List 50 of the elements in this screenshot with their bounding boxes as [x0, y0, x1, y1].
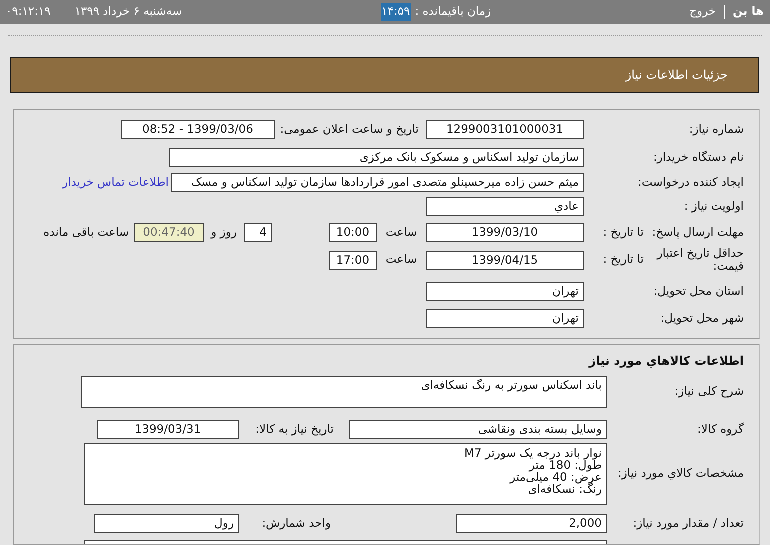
field-label: اولویت نیاز :	[683, 198, 744, 215]
remaining-time: ۱۴:۵۹	[380, 3, 412, 21]
field-label: شرح کلی نیاز:	[674, 383, 744, 400]
field-label: تاریخ نیاز به کالا:	[254, 420, 335, 438]
logout-link[interactable]: خروج	[690, 3, 716, 21]
input-field[interactable]: میثم حسن زاده میرحسینلو متصدی امور قراردادها سازمان تولید اسکناس و مسک	[171, 173, 584, 192]
input-field[interactable]: 4	[244, 223, 272, 242]
contact-link[interactable]: اطلاعات تماس خریدار	[62, 174, 169, 192]
clock-time: ۰۹:۱۲:۱۹	[6, 3, 51, 20]
input-field[interactable]: وسایل بسته بندی ونقاشی	[349, 420, 607, 439]
input-field[interactable]: تهران	[426, 282, 584, 301]
input-field[interactable]: 1399/03/31	[97, 420, 239, 439]
date-text: سه‌شنبه ۶ خرداد ۱۳۹۹	[74, 3, 182, 20]
input-field[interactable]: 1399/03/10	[426, 223, 584, 242]
field-label: نام دستگاه خریدار:	[652, 148, 744, 166]
input-field[interactable]: باند اسکناس سورتر به رنگ نسکافه‌ای	[81, 376, 607, 408]
field-label: ایجاد کننده درخواست:	[637, 174, 744, 191]
field-label: مهلت ارسال پاسخ:	[651, 224, 744, 241]
time-label: ساعت	[384, 224, 418, 241]
input-field[interactable]: 1399/03/06 - 08:52	[121, 120, 275, 139]
input-field[interactable]: عادي	[426, 197, 584, 216]
field-label: گروه کالا:	[696, 420, 744, 438]
field-label: تعداد / مقدار مورد نیاز:	[632, 514, 744, 532]
field-label: استان محل تحویل:	[652, 282, 744, 300]
field-label: واحد شمارش:	[261, 514, 332, 532]
field-label: مشخصات كالاي مورد نياز:	[616, 465, 744, 482]
input-field[interactable]: سازمان تولید اسکناس و مسکوک بانک مرکزی	[169, 148, 584, 167]
input-field[interactable]: 17:00	[329, 250, 377, 270]
field-label: شماره نیاز:	[688, 120, 744, 138]
input-field[interactable]: 1399/04/15	[426, 250, 584, 270]
days-label: روز و	[210, 224, 238, 241]
time-label: ساعت	[384, 251, 418, 268]
section-title: اطلاعات كالاهاي مورد نياز	[589, 353, 744, 370]
remaining-label: ساعت باقی مانده	[44, 224, 130, 241]
input-field[interactable]: رول	[94, 514, 239, 533]
input-field[interactable]	[84, 540, 607, 544]
remaining-field[interactable]: 00:47:40	[134, 223, 204, 242]
field-label: تا تاریخ :	[602, 251, 644, 268]
field-label: تاریخ و ساعت اعلان عمومی:	[279, 120, 420, 138]
page-title-bar: جزئیات اطلاعات نیاز	[10, 57, 759, 93]
spec-textarea[interactable]: نوار باند درجه یک سورتر M7 طول: 180 متر عرض: 40 میلی‌متر رنگ: نسکافه‌ای	[84, 443, 607, 505]
input-field[interactable]: 10:00	[329, 223, 377, 242]
remaining-time-label: زمان باقیمانده :	[415, 3, 492, 20]
field-label: تا تاریخ :	[602, 224, 644, 241]
field-label: حداقل تاریخ اعتبار قیمت:	[656, 247, 744, 273]
user-name: ها بن	[733, 3, 764, 20]
field-label: شهر محل تحویل:	[660, 310, 744, 327]
input-field[interactable]: 1299003101000031	[426, 120, 584, 139]
input-field[interactable]: 2,000	[456, 514, 607, 533]
input-field[interactable]: تهران	[426, 309, 584, 328]
